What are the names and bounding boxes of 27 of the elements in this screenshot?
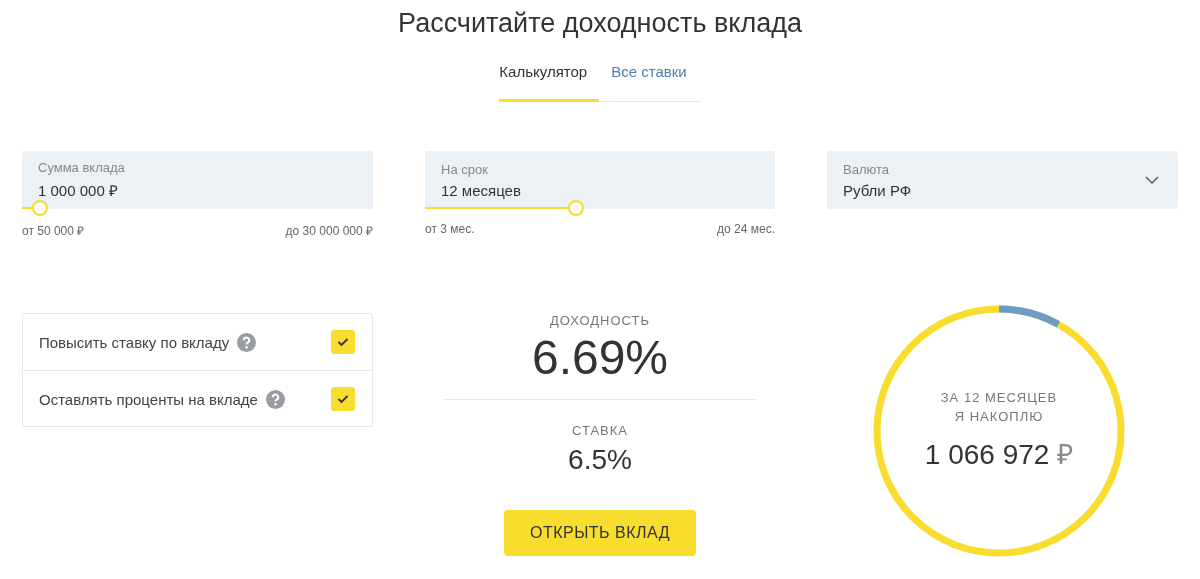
yield-value: 6.69% bbox=[531, 330, 669, 385]
checkbox[interactable] bbox=[331, 330, 355, 354]
open-deposit-button[interactable]: ОТКРЫТЬ ВКЛАД bbox=[504, 510, 696, 556]
chevron-down-icon bbox=[1145, 176, 1159, 184]
page-title: Рассчитайте доходность вклада bbox=[398, 8, 802, 39]
range-max: до 24 мес. bbox=[717, 222, 775, 236]
help-icon[interactable] bbox=[237, 332, 257, 352]
option-label: Оставлять проценты на вкладе bbox=[39, 390, 258, 408]
yield-label: ДОХОДНОСТЬ bbox=[549, 313, 651, 328]
tab[interactable]: Калькулятор bbox=[499, 63, 600, 102]
input-field[interactable]: Сумма вклада 1 000 000 ₽ bbox=[22, 151, 373, 209]
help-icon[interactable] bbox=[265, 389, 285, 409]
tab[interactable]: Все ставки bbox=[599, 63, 689, 102]
total-amount: 1 066 972 ₽ bbox=[924, 438, 1074, 472]
rate-value: 6.5% bbox=[568, 444, 632, 476]
period-label: ЗА 12 МЕСЯЦЕВ bbox=[940, 390, 1058, 405]
option-label: Повысить ставку по вкладу bbox=[39, 333, 230, 351]
input-field[interactable]: Валюта Рубли РФ bbox=[827, 151, 1178, 209]
range-max: до 30 000 000 ₽ bbox=[285, 223, 373, 239]
accumulate-label: Я НАКОПЛЮ bbox=[954, 409, 1044, 424]
rate-label: СТАВКА bbox=[571, 423, 629, 438]
input-field[interactable]: На срок 12 месяцев bbox=[425, 151, 775, 209]
checkbox[interactable] bbox=[331, 387, 355, 411]
range-min: от 3 мес. bbox=[425, 222, 475, 236]
range-min: от 50 000 ₽ bbox=[22, 223, 85, 239]
checkmark-icon bbox=[337, 337, 349, 347]
checkmark-icon bbox=[337, 394, 349, 404]
